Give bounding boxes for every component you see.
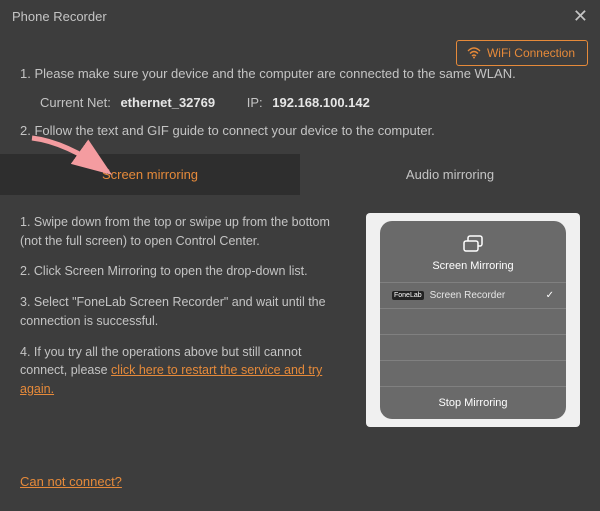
wifi-button-label: WiFi Connection <box>487 46 575 60</box>
instruction-step-2: 2. Follow the text and GIF guide to conn… <box>20 117 580 146</box>
content-area: 1. Swipe down from the top or swipe up f… <box>0 195 600 427</box>
tabs-container: Screen mirroring Audio mirroring <box>0 154 600 195</box>
app-badge: FoneLab <box>392 291 424 300</box>
mirror-device-row: FoneLab Screen Recorder ✓ <box>380 282 566 308</box>
empty-row <box>380 360 566 386</box>
tab-screen-mirroring[interactable]: Screen mirroring <box>0 154 300 195</box>
empty-row <box>380 334 566 360</box>
step-4-text: 4. If you try all the operations above b… <box>20 343 348 399</box>
preview-panel: Screen Mirroring FoneLab Screen Recorder… <box>366 213 580 427</box>
empty-row <box>380 308 566 334</box>
step-2-text: 2. Click Screen Mirroring to open the dr… <box>20 262 348 281</box>
tab-audio-mirroring[interactable]: Audio mirroring <box>300 154 600 195</box>
phone-mirroring-panel: Screen Mirroring FoneLab Screen Recorder… <box>380 221 566 419</box>
network-info-row: Current Net: ethernet_32769 IP: 192.168.… <box>20 89 580 118</box>
cannot-connect-link[interactable]: Can not connect? <box>20 474 122 489</box>
ip-value: 192.168.100.142 <box>272 95 370 110</box>
ip-label: IP: <box>247 89 263 118</box>
screen-mirroring-icon <box>380 235 566 256</box>
device-name: Screen Recorder <box>430 290 546 301</box>
stop-mirroring-label: Stop Mirroring <box>380 386 566 411</box>
window-title: Phone Recorder <box>12 9 107 24</box>
step-1-text: 1. Swipe down from the top or swipe up f… <box>20 213 348 251</box>
steps-text: 1. Swipe down from the top or swipe up f… <box>20 213 348 427</box>
current-net-value: ethernet_32769 <box>120 95 215 110</box>
step-3-text: 3. Select "FoneLab Screen Recorder" and … <box>20 293 348 331</box>
check-icon: ✓ <box>546 290 554 301</box>
close-icon[interactable]: ✕ <box>573 6 588 27</box>
mirror-panel-title: Screen Mirroring <box>380 260 566 272</box>
wifi-connection-button[interactable]: WiFi Connection <box>456 40 588 66</box>
current-net-label: Current Net: <box>40 89 111 118</box>
wifi-icon <box>467 47 481 59</box>
titlebar: Phone Recorder ✕ <box>0 0 600 32</box>
